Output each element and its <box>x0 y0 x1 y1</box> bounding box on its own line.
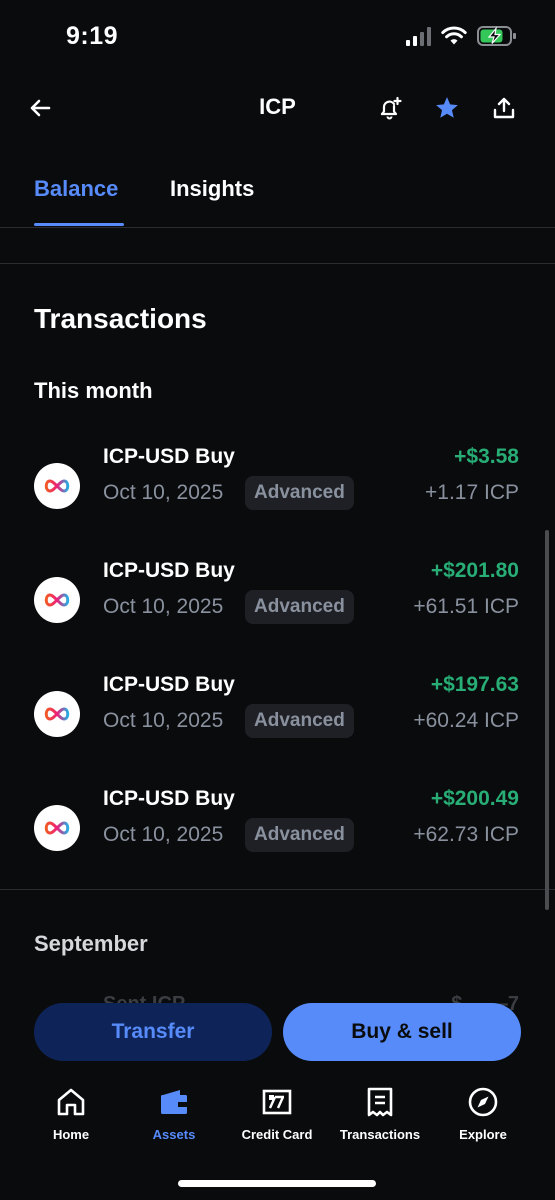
watchlist-star-button[interactable] <box>429 90 465 126</box>
transaction-row[interactable]: ICP-USD Buy Oct 10, 2025 Advanced +$3.58… <box>0 437 555 537</box>
transaction-date: Oct 10, 2025 <box>103 595 224 618</box>
page-title: ICP <box>259 94 296 119</box>
status-bar: 9:19 <box>0 0 555 75</box>
battery-charging-icon <box>477 26 516 46</box>
bottom-nav: Home Assets Credit Card Transactions Exp… <box>0 1075 555 1165</box>
cellular-signal-icon <box>406 26 431 46</box>
nav-label: Home <box>52 1127 90 1142</box>
share-button[interactable] <box>486 90 522 126</box>
transaction-amount: +$3.58 <box>454 445 519 468</box>
share-icon <box>493 97 515 119</box>
active-tab-indicator <box>34 223 124 226</box>
transaction-amount: +$201.80 <box>430 559 519 582</box>
icp-logo-icon <box>34 577 80 623</box>
wifi-icon <box>441 26 467 45</box>
transaction-crypto-amount: +62.73 ICP <box>413 823 519 846</box>
nav-item-transactions[interactable]: Transactions <box>330 1085 430 1142</box>
home-icon <box>54 1085 88 1119</box>
transaction-title: ICP-USD Buy <box>103 673 235 696</box>
nav-item-explore[interactable]: Explore <box>433 1085 533 1142</box>
price-alert-button[interactable] <box>372 90 408 126</box>
nav-label: Assets <box>152 1127 196 1142</box>
advanced-badge: Advanced <box>245 476 354 510</box>
transaction-row[interactable]: ICP-USD Buy Oct 10, 2025 Advanced +$201.… <box>0 551 555 651</box>
nav-item-home[interactable]: Home <box>21 1085 121 1142</box>
transaction-crypto-amount: +1.17 ICP <box>425 481 519 504</box>
icp-logo-icon <box>34 691 80 737</box>
transaction-crypto-amount: +61.51 ICP <box>413 595 519 618</box>
icp-logo-icon <box>34 463 80 509</box>
transaction-title: ICP-USD Buy <box>103 559 235 582</box>
tab-balance[interactable]: Balance <box>34 176 118 202</box>
transaction-date: Oct 10, 2025 <box>103 481 224 504</box>
advanced-badge: Advanced <box>245 590 354 624</box>
transaction-row[interactable]: ICP-USD Buy Oct 10, 2025 Advanced +$200.… <box>0 779 555 879</box>
credit-card-icon <box>260 1085 294 1119</box>
buy-sell-button[interactable]: Buy & sell <box>283 1003 521 1061</box>
scrollbar[interactable] <box>545 530 549 910</box>
transfer-button[interactable]: Transfer <box>34 1003 272 1061</box>
screen: 9:19 ICP Balance Insights Transactions T… <box>0 0 555 1200</box>
month-label-this-month: This month <box>34 378 153 403</box>
receipt-icon <box>363 1085 397 1119</box>
transaction-row[interactable]: ICP-USD Buy Oct 10, 2025 Advanced +$197.… <box>0 665 555 765</box>
transaction-title: ICP-USD Buy <box>103 445 235 468</box>
tab-bar: Balance Insights <box>0 170 555 228</box>
advanced-badge: Advanced <box>245 818 354 852</box>
nav-label: Explore <box>459 1127 507 1142</box>
status-icons <box>406 25 517 47</box>
nav-item-assets[interactable]: Assets <box>124 1085 224 1142</box>
status-time: 9:19 <box>66 22 119 50</box>
transaction-title: ICP-USD Buy <box>103 787 235 810</box>
nav-label: Credit Card <box>241 1127 313 1142</box>
header: ICP <box>0 80 555 136</box>
nav-label: Transactions <box>339 1127 421 1142</box>
star-icon <box>436 97 458 118</box>
divider <box>0 263 555 264</box>
compass-icon <box>466 1085 500 1119</box>
divider <box>0 889 555 890</box>
tab-insights[interactable]: Insights <box>170 176 254 202</box>
bell-plus-icon <box>380 96 402 120</box>
icp-logo-icon <box>34 805 80 851</box>
transaction-crypto-amount: +60.24 ICP <box>413 709 519 732</box>
transactions-heading: Transactions <box>34 303 207 334</box>
home-indicator[interactable] <box>178 1180 376 1187</box>
month-label-september: September <box>34 931 148 956</box>
nav-item-credit-card[interactable]: Credit Card <box>227 1085 327 1142</box>
transaction-amount: +$197.63 <box>430 673 519 696</box>
wallet-icon <box>157 1085 191 1119</box>
transaction-amount: +$200.49 <box>430 787 519 810</box>
advanced-badge: Advanced <box>245 704 354 738</box>
transaction-date: Oct 10, 2025 <box>103 823 224 846</box>
transaction-date: Oct 10, 2025 <box>103 709 224 732</box>
